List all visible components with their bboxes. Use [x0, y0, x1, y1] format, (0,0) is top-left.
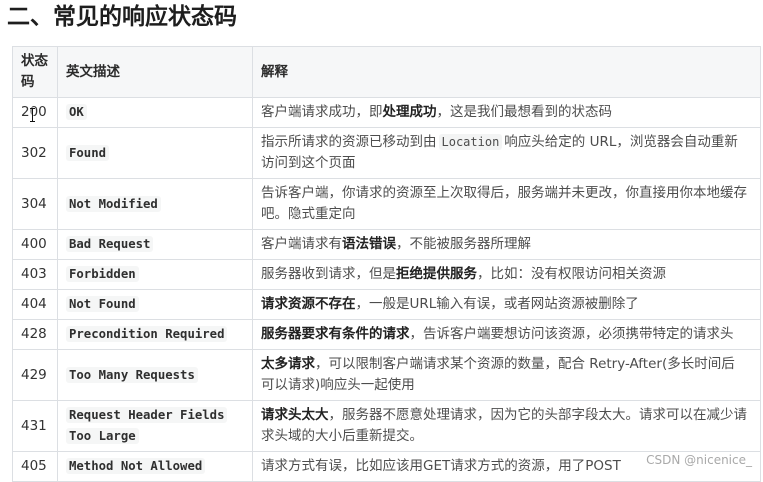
- status-code-table: 状态码 英文描述 解释 200 OK 客户端请求成功，即处理成功，这是我们最想看…: [12, 46, 761, 482]
- table-row: 404 Not Found 请求资源不存在，一般是URL输入有误，或者网站资源被…: [12, 289, 761, 320]
- english-description-cell: Found: [57, 127, 253, 179]
- explanation-emphasis: 服务器要求有条件的请求: [261, 326, 410, 342]
- english-description-cell: Bad Request: [57, 229, 253, 260]
- explanation-text: ，一般是URL输入有误，或者网站资源被删除了: [355, 296, 639, 312]
- table-body: 200 OK 客户端请求成功，即处理成功，这是我们最想看到的状态码 302 Fo…: [12, 97, 761, 482]
- table-row: 400 Bad Request 客户端请求有语法错误，不能被服务器所理解: [12, 229, 761, 260]
- explanation-text: 指示所请求的资源已移动到由: [261, 134, 437, 150]
- explanation-text: 客户端请求成功，即: [261, 104, 383, 120]
- status-code-cell: 200: [12, 97, 58, 128]
- english-description: Method Not Allowed: [66, 458, 206, 474]
- english-description-cell: Request Header Fields Too Large: [57, 400, 253, 452]
- explanation-text: 请求方式有误，比如应该用GET请求方式的资源，用了POST: [261, 458, 621, 474]
- explanation-text: ，这是我们最想看到的状态码: [436, 104, 613, 120]
- english-description: Bad Request: [66, 236, 154, 252]
- status-code-cell: 304: [12, 178, 58, 230]
- explanation-cell: 客户端请求成功，即处理成功，这是我们最想看到的状态码: [252, 97, 761, 128]
- table-header-row: 状态码 英文描述 解释: [12, 46, 761, 98]
- table-row: 304 Not Modified 告诉客户端，你请求的资源至上次取得后，服务端并…: [12, 178, 761, 230]
- english-description-cell: Too Many Requests: [57, 349, 253, 401]
- status-code-cell: 404: [12, 289, 58, 320]
- watermark: CSDN @nicenice_: [646, 453, 752, 467]
- english-description: OK: [66, 104, 87, 120]
- explanation-text: ，服务器不愿意处理请求，因为它的头部字段太大。请求可以在减少请求头域的大小后重新…: [261, 407, 747, 444]
- table-header: 状态码 英文描述 解释: [12, 46, 761, 98]
- status-code-cell: 405: [12, 451, 58, 482]
- explanation-cell: 客户端请求有语法错误，不能被服务器所理解: [252, 229, 761, 260]
- explanation-text: ，比如：没有权限访问相关资源: [477, 266, 666, 282]
- english-description: Forbidden: [66, 266, 139, 282]
- english-description: Found: [66, 144, 110, 161]
- status-code-cell: 429: [12, 349, 58, 401]
- header-cell-explanation: 解释: [252, 46, 761, 98]
- explanation-cell: 太多请求，可以限制客户端请求某个资源的数量，配合 Retry-After(多长时…: [252, 349, 761, 401]
- explanation-emphasis: 语法错误: [342, 236, 396, 252]
- table-row: 403 Forbidden 服务器收到请求，但是拒绝提供服务，比如：没有权限访问…: [12, 259, 761, 290]
- explanation-text: 服务器收到请求，但是: [261, 266, 396, 282]
- explanation-cell: 请求资源不存在，一般是URL输入有误，或者网站资源被删除了: [252, 289, 761, 320]
- explanation-cell: 服务器要求有条件的请求，告诉客户端要想访问该资源，必须携带特定的请求头: [252, 319, 761, 350]
- english-description: Precondition Required: [66, 326, 228, 342]
- explanation-cell: 告诉客户端，你请求的资源至上次取得后，服务端并未更改，你直接用你本地缓存吧。隐式…: [252, 178, 761, 230]
- status-code-cell: 431: [12, 400, 58, 452]
- status-code-cell: 428: [12, 319, 58, 350]
- english-description-cell: Method Not Allowed: [57, 451, 253, 482]
- header-cell-status-code: 状态码: [12, 46, 58, 98]
- status-code-cell: 302: [12, 127, 58, 179]
- english-description: Request Header Fields Too Large: [66, 407, 228, 444]
- explanation-text: ，可以限制客户端请求某个资源的数量，配合 Retry-After(多长时间后可以…: [261, 356, 735, 393]
- explanation-inline-code: Location: [438, 134, 503, 150]
- explanation-cell: 指示所请求的资源已移动到由 Location 响应头给定的 URL，浏览器会自动重新…: [252, 127, 761, 179]
- table-row: 431 Request Header Fields Too Large 请求头太…: [12, 400, 761, 452]
- english-description: Not Found: [66, 296, 139, 312]
- table-row: 302 Found 指示所请求的资源已移动到由 Location 响应头给定的 UR…: [12, 127, 761, 179]
- explanation-text: ，告诉客户端要想访问该资源，必须携带特定的请求头: [409, 326, 734, 342]
- english-description: Not Modified: [66, 195, 161, 212]
- explanation-emphasis: 处理成功: [382, 104, 437, 120]
- explanation-cell: 请求头太大，服务器不愿意处理请求，因为它的头部字段太大。请求可以在减少请求头域的…: [252, 400, 761, 452]
- explanation-emphasis: 请求头太大: [261, 407, 329, 423]
- explanation-emphasis: 太多请求: [261, 356, 315, 372]
- english-description-cell: OK: [57, 97, 253, 128]
- table-row: 428 Precondition Required 服务器要求有条件的请求，告诉…: [12, 319, 761, 350]
- explanation-text: 告诉客户端，你请求的资源至上次取得后，服务端并未更改，你直接用你本地缓存吧。隐式…: [261, 185, 747, 222]
- table-row: 429 Too Many Requests 太多请求，可以限制客户端请求某个资源…: [12, 349, 761, 401]
- explanation-emphasis: 请求资源不存在: [261, 296, 356, 312]
- status-code-cell: 400: [12, 229, 58, 260]
- english-description-cell: Not Modified: [57, 178, 253, 230]
- english-description-cell: Forbidden: [57, 259, 253, 290]
- english-description-cell: Not Found: [57, 289, 253, 320]
- table-row: 200 OK 客户端请求成功，即处理成功，这是我们最想看到的状态码: [12, 97, 761, 128]
- explanation-emphasis: 拒绝提供服务: [396, 266, 477, 282]
- explanation-text: ，不能被服务器所理解: [396, 236, 531, 252]
- english-description: Too Many Requests: [66, 366, 198, 383]
- status-code-cell: 403: [12, 259, 58, 290]
- text-cursor-icon: [30, 108, 35, 122]
- english-description-cell: Precondition Required: [57, 319, 253, 350]
- explanation-cell: 服务器收到请求，但是拒绝提供服务，比如：没有权限访问相关资源: [252, 259, 761, 290]
- page-title: 二、常见的响应状态码: [7, 4, 237, 30]
- explanation-text: 客户端请求有: [261, 236, 342, 252]
- header-cell-english-description: 英文描述: [57, 46, 253, 98]
